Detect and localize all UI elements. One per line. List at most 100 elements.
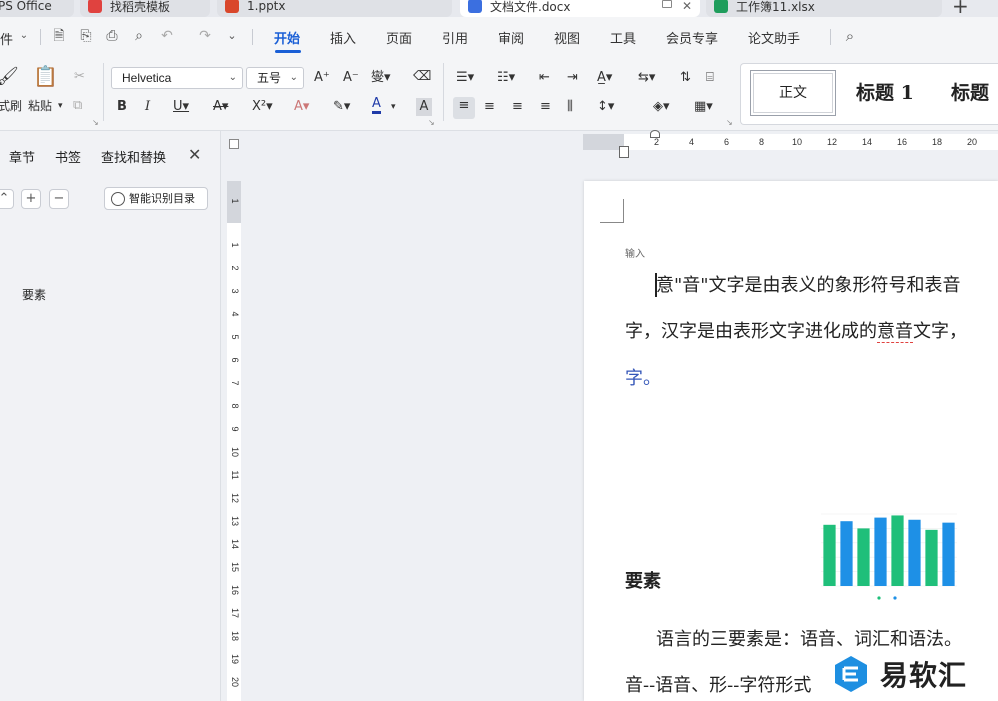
chart-legend-swatch (877, 596, 881, 600)
align-left-icon[interactable]: ≡ (453, 97, 475, 119)
menu-insert[interactable]: 插入 (330, 28, 356, 47)
paragraph-line[interactable]: 字。 (625, 364, 661, 390)
grow-font-icon[interactable]: A⁺ (314, 69, 330, 87)
add-tab-icon[interactable]: + (952, 0, 969, 17)
paragraph-line[interactable]: 音--语音、形--字符形式 (625, 671, 811, 697)
tab-xlsx[interactable]: 工作簿11.xlsx (706, 0, 942, 17)
underline-icon[interactable]: U▾ (173, 98, 189, 116)
close-icon[interactable]: ✕ (188, 145, 201, 164)
tab-template[interactable]: 找稻壳模板 (80, 0, 210, 17)
tab-docx[interactable]: 文档文件.docx ✕ (460, 0, 700, 17)
embedded-bar-chart[interactable] (817, 508, 965, 604)
nav-tab-bookmarks[interactable]: 书签 (55, 147, 81, 166)
ruler-tick: 20 (230, 677, 240, 688)
window-icon[interactable] (662, 0, 672, 8)
document-page[interactable]: 输入 意"音"文字是由表义的象形符号和表音 字，汉字是由表形文字进化成的意音文字… (584, 181, 998, 701)
toc-entry[interactable]: 要素 (22, 286, 46, 303)
increase-indent-icon[interactable]: ⇥ (567, 69, 578, 87)
show-marks-icon[interactable]: ⌸ (706, 69, 714, 87)
chevron-down-icon[interactable]: ⌄ (15, 27, 33, 45)
menu-references[interactable]: 引用 (442, 28, 468, 47)
dialog-launcher-icon[interactable]: ↘ (428, 118, 435, 127)
cut-icon[interactable]: ✂ (74, 68, 85, 86)
print-icon[interactable]: ⎙ (103, 27, 121, 45)
font-color-icon[interactable]: A (372, 97, 381, 114)
file-menu[interactable]: 件 (0, 29, 13, 48)
collapse-level-icon[interactable]: − (49, 189, 69, 209)
style-heading-1[interactable]: 标题 1 (856, 78, 914, 105)
nav-tab-find-replace[interactable]: 查找和替换 (101, 147, 166, 166)
chevron-down-icon[interactable]: ▾ (391, 98, 396, 116)
paragraph-line[interactable]: 语言的三要素是：语音、词汇和语法。 (656, 625, 962, 651)
tab-label: 工作簿11.xlsx (736, 0, 815, 14)
clear-format-icon[interactable]: ⌫ (413, 68, 431, 86)
superscript-icon[interactable]: X²▾ (252, 98, 273, 116)
dialog-launcher-icon[interactable]: ↘ (726, 118, 733, 127)
left-indent-marker[interactable] (619, 146, 629, 158)
style-heading-2[interactable]: 标题 (951, 78, 989, 105)
vertical-ruler[interactable]: 1 1 2 3 4 5 6 7 8 9 10 11 12 13 14 15 16… (227, 181, 241, 701)
bullet-list-icon[interactable]: ☰▾ (456, 69, 474, 87)
section-heading[interactable]: 要素 (625, 567, 661, 593)
strikethrough-icon[interactable]: A▾ (213, 98, 228, 116)
format-painter-icon[interactable]: 🖌 (0, 68, 19, 86)
ruler-toggle[interactable] (229, 139, 239, 149)
font-size-select[interactable]: 五号 ⌄ (246, 67, 304, 89)
shading-icon[interactable]: ◈▾ (653, 98, 670, 116)
menu-review[interactable]: 审阅 (498, 28, 524, 47)
shrink-font-icon[interactable]: A⁻ (343, 69, 359, 87)
redo-icon[interactable]: ↷ (196, 27, 214, 45)
ruler-tick: 1 (230, 198, 240, 204)
decrease-indent-icon[interactable]: ⇤ (539, 69, 550, 87)
nav-tab-sections[interactable]: 章节 (9, 147, 35, 166)
copy-icon[interactable]: ⧉ (73, 97, 82, 115)
paragraph-line[interactable]: 意"音"文字是由表义的象形符号和表音 (656, 271, 961, 297)
horizontal-ruler[interactable]: 2 4 6 8 10 12 14 16 18 20 (583, 134, 998, 150)
ruler-tick: 3 (230, 288, 240, 294)
justify-icon[interactable]: ≡ (540, 98, 551, 116)
more-icon[interactable]: ⌄ (223, 27, 241, 45)
char-shading-icon[interactable]: A (416, 98, 432, 116)
paste-button[interactable]: 粘贴 (28, 97, 52, 115)
paste-icon[interactable]: 📋 (33, 66, 58, 86)
export-icon[interactable]: ⎘ (77, 27, 95, 45)
phonetic-guide-icon[interactable]: 燮▾ (371, 69, 391, 87)
text-effect-icon[interactable]: A▾ (294, 98, 309, 116)
expand-level-icon[interactable]: + (21, 189, 41, 209)
tab-label: PS Office (0, 0, 52, 13)
sort-icon[interactable]: ⇆▾ (638, 69, 655, 87)
line-spacing-icon[interactable]: ↕▾ (597, 98, 614, 116)
numbered-list-icon[interactable]: ☷▾ (497, 69, 515, 87)
text-direction-icon[interactable]: A̲▾ (597, 69, 612, 87)
paragraph-line[interactable]: 字，汉字是由表形文字进化成的意音文字， (625, 317, 967, 343)
chevron-down-icon[interactable]: ▾ (58, 97, 63, 115)
close-icon[interactable]: ✕ (682, 0, 692, 13)
style-normal[interactable]: 正文 (750, 70, 836, 116)
dialog-launcher-icon[interactable]: ↘ (92, 118, 99, 127)
highlight-icon[interactable]: ✎▾ (333, 98, 350, 116)
italic-icon[interactable]: I (145, 98, 150, 116)
align-right-icon[interactable]: ≡ (512, 98, 523, 116)
sort-az-icon[interactable]: ⇅ (680, 69, 691, 87)
menu-view[interactable]: 视图 (554, 28, 580, 47)
undo-icon[interactable]: ↶ (158, 27, 176, 45)
menu-home[interactable]: 开始 (274, 28, 300, 47)
distribute-icon[interactable]: ⫼ (567, 98, 573, 116)
menu-member[interactable]: 会员专享 (666, 28, 718, 47)
save-icon[interactable]: 🗎 (50, 27, 68, 45)
first-line-indent-marker[interactable] (650, 130, 660, 138)
format-painter-label[interactable]: 式刷 (0, 97, 22, 115)
align-center-icon[interactable]: ≡ (484, 98, 495, 116)
smart-toc-button[interactable]: 智能识别目录 (104, 187, 208, 210)
collapse-icon[interactable]: ⌃ (0, 189, 14, 209)
print-preview-icon[interactable]: ⌕ (130, 27, 148, 45)
menu-tools[interactable]: 工具 (610, 28, 636, 47)
menu-page[interactable]: 页面 (386, 28, 412, 47)
tab-pptx[interactable]: 1.pptx (217, 0, 452, 17)
search-icon[interactable]: ⌕ (841, 27, 859, 45)
bold-icon[interactable]: B (117, 98, 127, 116)
menu-thesis[interactable]: 论文助手 (748, 28, 800, 47)
tab-wps-office[interactable]: PS Office (0, 0, 74, 17)
font-name-select[interactable]: Helvetica ⌄ (111, 67, 243, 89)
borders-icon[interactable]: ▦▾ (694, 98, 713, 116)
